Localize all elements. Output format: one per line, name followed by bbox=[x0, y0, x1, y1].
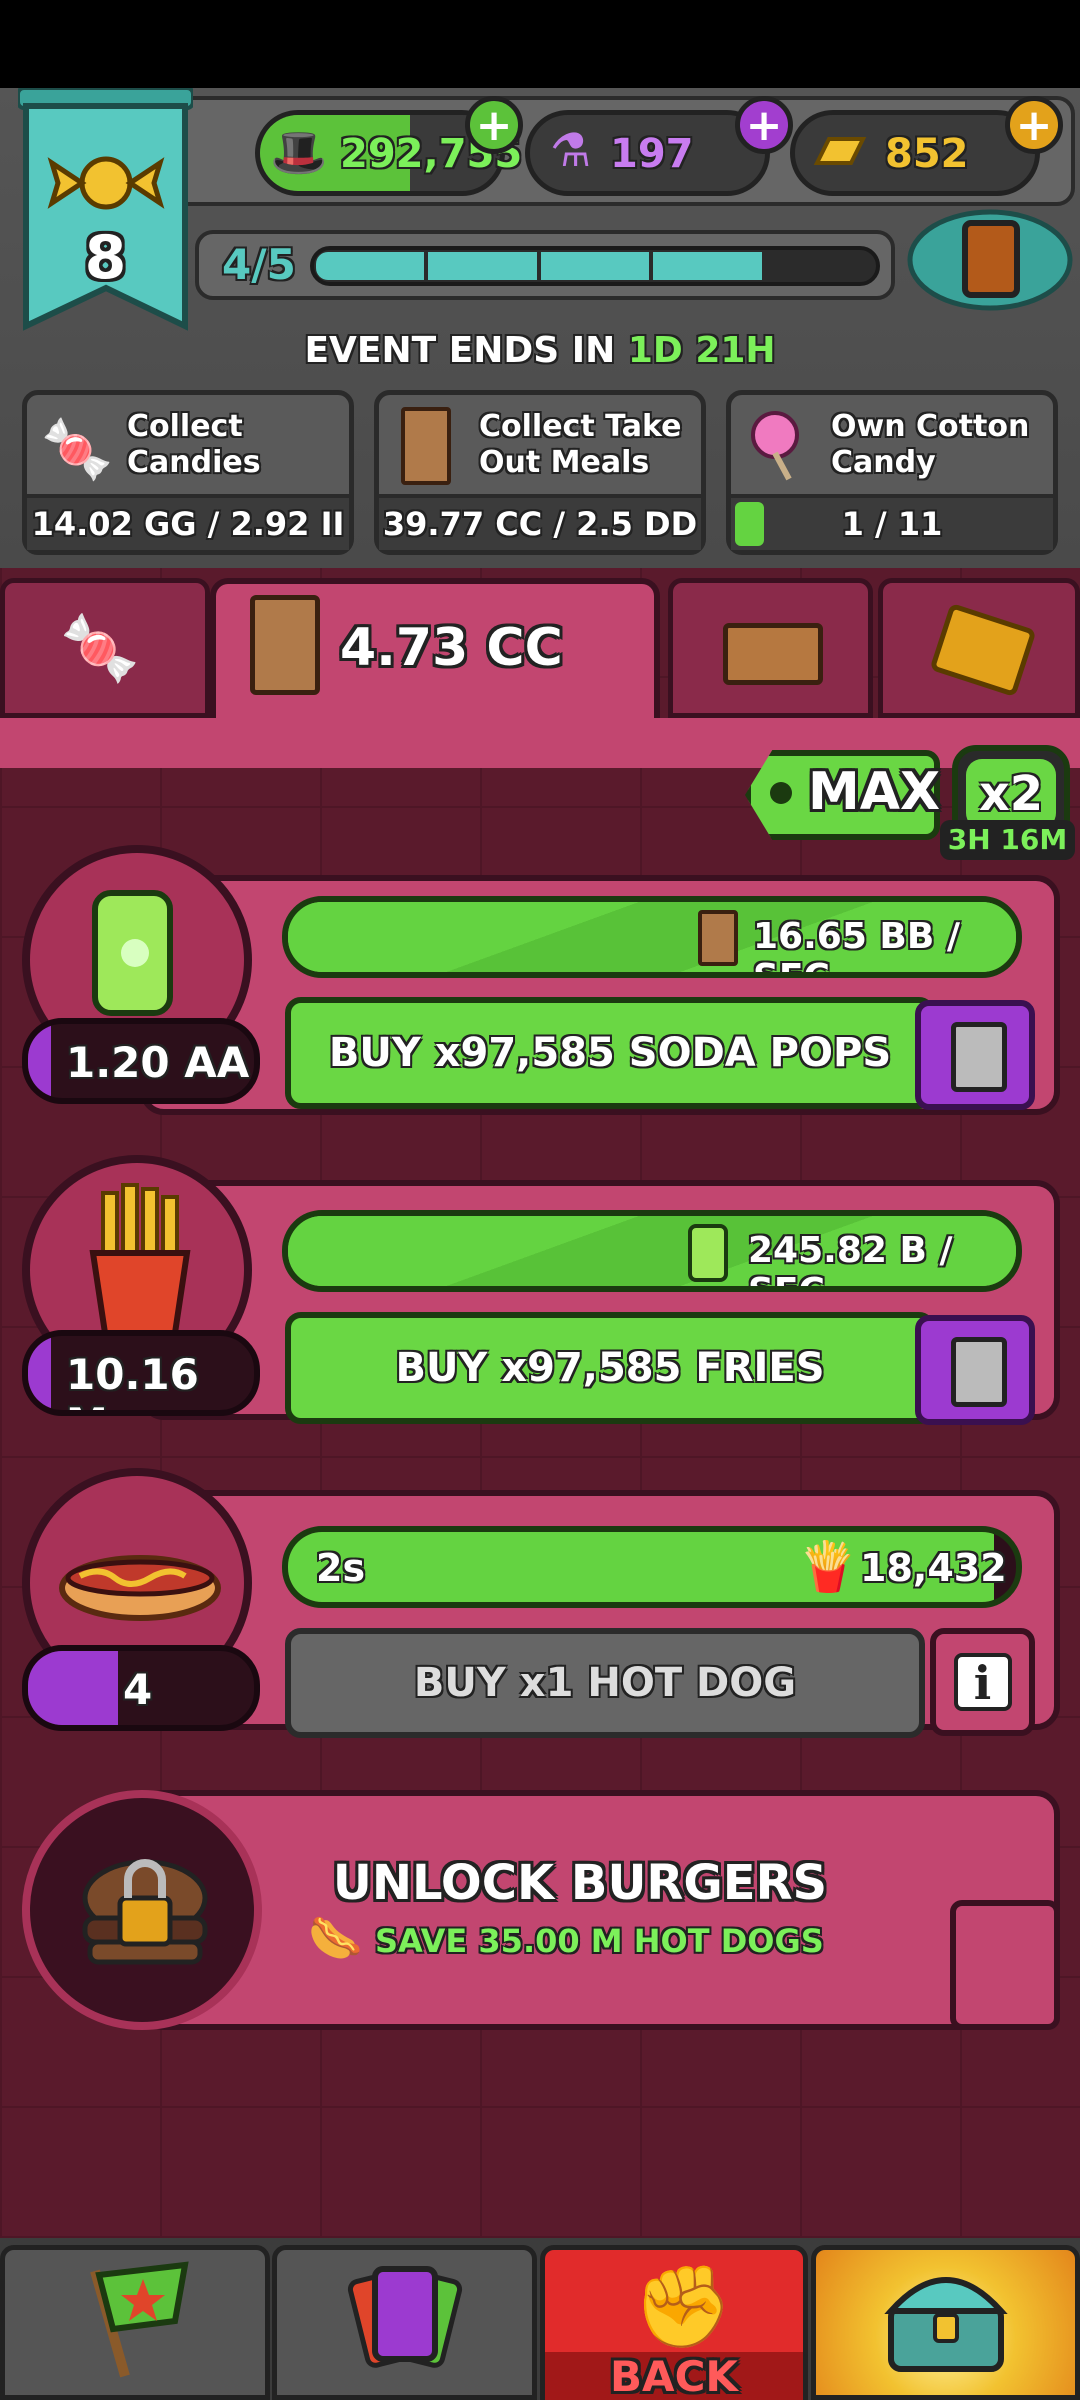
buy-soda-button[interactable]: BUY x97,585 SODA POPS bbox=[285, 997, 935, 1109]
progress-segment bbox=[653, 252, 762, 280]
cotton-candy-icon bbox=[751, 411, 799, 481]
boost-timer: 3H 16M bbox=[940, 820, 1075, 860]
fries-owned-value: 10.16 M bbox=[66, 1350, 199, 1410]
potion-icon: ⚗ bbox=[550, 123, 592, 177]
event-hours: 21H bbox=[695, 330, 776, 371]
unlock-burgers-cost: SAVE 35.00 M HOT DOGS bbox=[375, 1922, 824, 1960]
hotdog-info-button[interactable]: i bbox=[930, 1628, 1035, 1736]
soda-manager-button[interactable] bbox=[915, 1000, 1035, 1110]
banner-shape bbox=[16, 86, 195, 331]
progress-bar bbox=[310, 246, 880, 286]
nav-chest-button[interactable] bbox=[811, 2245, 1080, 2400]
green-hat-icon: 🎩 bbox=[270, 125, 328, 179]
quest-card[interactable]: 🍬 Collect Candies 14.02 GG / 2.92 II bbox=[22, 390, 354, 555]
takeout-bag-icon bbox=[401, 407, 451, 485]
soda-can-icon bbox=[688, 1224, 728, 1282]
max-label: MAX bbox=[808, 762, 941, 822]
laurel-card-icon bbox=[907, 209, 1073, 311]
tab-crate[interactable] bbox=[668, 578, 873, 718]
quest-title: Collect Take Out Meals bbox=[479, 409, 682, 480]
player-level: 8 bbox=[84, 223, 127, 293]
quest-progress-fill bbox=[735, 502, 764, 546]
progress-segment bbox=[540, 252, 650, 280]
event-prefix: EVENT ENDS IN bbox=[304, 330, 616, 371]
red-star-flag-icon bbox=[90, 2261, 189, 2378]
burger-locked-frame[interactable] bbox=[22, 1790, 262, 2030]
cards-icon bbox=[347, 2266, 462, 2368]
add-gold-button[interactable]: + bbox=[1005, 96, 1063, 154]
takeout-total: 4.73 CC bbox=[340, 618, 563, 678]
fries-icon: 🍟 bbox=[798, 1539, 858, 1595]
soda-owned: 1.20 AA bbox=[22, 1018, 260, 1104]
hotdog-timer: 2s bbox=[316, 1546, 366, 1590]
fries-owned: 10.16 M bbox=[22, 1330, 260, 1416]
info-icon: i bbox=[953, 1653, 1012, 1711]
fries-rate: 245.82 B / SEC bbox=[748, 1230, 953, 1292]
quest-progress: 1 / 11 bbox=[841, 505, 943, 543]
treasure-chest-icon bbox=[883, 2277, 1008, 2372]
add-potions-button[interactable]: + bbox=[735, 96, 793, 154]
quest-card[interactable]: Own Cotton Candy 1 / 11 bbox=[726, 390, 1058, 555]
soda-owned-fill bbox=[28, 1024, 51, 1098]
hotdog-owned-value: 4 bbox=[123, 1665, 153, 1714]
hotdog-owned: 4 bbox=[22, 1645, 260, 1731]
soda-rate: 16.65 BB / SEC bbox=[753, 916, 960, 978]
tab-golden-ticket[interactable] bbox=[878, 578, 1080, 718]
progress-segment bbox=[428, 252, 537, 280]
fist-icon: ✊ bbox=[633, 2260, 733, 2353]
x2-label: x2 bbox=[978, 766, 1044, 822]
card-icon bbox=[951, 1337, 1007, 1407]
potions-currency[interactable]: ⚗ 197 bbox=[525, 110, 770, 196]
unlock-panel-corner bbox=[950, 1900, 1060, 2030]
soda-rate-bar: 16.65 BB / SEC bbox=[282, 896, 1022, 978]
candy-icon: 🍬 bbox=[41, 415, 114, 483]
add-hats-button[interactable]: + bbox=[465, 96, 523, 154]
soda-owned-value: 1.20 AA bbox=[66, 1038, 250, 1087]
quest-progress: 14.02 GG / 2.92 II bbox=[27, 494, 349, 550]
event-timer: EVENT ENDS IN 1D 21H bbox=[0, 330, 1080, 371]
progress-label: 4/5 bbox=[222, 240, 296, 289]
hotdog-timer-bar: 2s 🍟 18,432 bbox=[282, 1526, 1022, 1608]
nav-cards-button[interactable] bbox=[272, 2245, 537, 2400]
x2-badge: x2 bbox=[966, 759, 1056, 829]
progress-segment-empty bbox=[766, 252, 874, 280]
card-icon bbox=[951, 1022, 1007, 1092]
potions-value: 197 bbox=[610, 131, 694, 177]
max-button-dot bbox=[770, 782, 792, 804]
fries-rate-bar: 245.82 B / SEC bbox=[282, 1210, 1022, 1292]
quest-progress: 39.77 CC / 2.5 DD bbox=[379, 494, 701, 550]
takeout-bag-icon bbox=[250, 595, 320, 695]
crate-icon bbox=[723, 623, 823, 685]
locked-burger-icon bbox=[82, 1859, 208, 1965]
level-banner[interactable]: 8 bbox=[16, 86, 195, 338]
event-days: 1D bbox=[627, 330, 683, 371]
quest-progress-bar: 1 / 11 bbox=[731, 494, 1053, 550]
gold-value: 852 bbox=[885, 131, 969, 177]
soda-can-icon bbox=[92, 890, 173, 1016]
hotdog-owned-fill bbox=[28, 1651, 119, 1725]
gold-bar-icon bbox=[813, 137, 867, 165]
progress-segment bbox=[316, 252, 425, 280]
hot-dog-icon: 🌭 bbox=[308, 1913, 363, 1964]
gold-currency[interactable]: 852 bbox=[790, 110, 1040, 196]
buy-fries-button[interactable]: BUY x97,585 FRIES bbox=[285, 1312, 935, 1424]
hot-dog-icon bbox=[59, 1555, 221, 1621]
takeout-bag-icon bbox=[698, 910, 738, 966]
fries-manager-button[interactable] bbox=[915, 1315, 1035, 1425]
quest-card[interactable]: Collect Take Out Meals 39.77 CC / 2.5 DD bbox=[374, 390, 706, 555]
nav-flag-button[interactable] bbox=[0, 2245, 270, 2400]
nav-back-button[interactable]: ✊ BACK bbox=[540, 2245, 808, 2400]
quest-title: Own Cotton Candy bbox=[831, 409, 1030, 480]
fries-owned-fill bbox=[28, 1336, 51, 1410]
golden-ticket-icon bbox=[929, 602, 1037, 698]
unlock-burgers-title: UNLOCK BURGERS bbox=[332, 1855, 828, 1911]
reward-crest-button[interactable] bbox=[905, 205, 1075, 315]
hotdog-rate: 18,432 bbox=[860, 1546, 1007, 1590]
status-bar bbox=[0, 0, 1080, 88]
buy-hotdog-button[interactable]: BUY x1 HOT DOG bbox=[285, 1628, 925, 1738]
back-label: BACK bbox=[545, 2352, 803, 2400]
fries-icon bbox=[89, 1183, 191, 1336]
quest-title: Collect Candies bbox=[127, 409, 261, 480]
